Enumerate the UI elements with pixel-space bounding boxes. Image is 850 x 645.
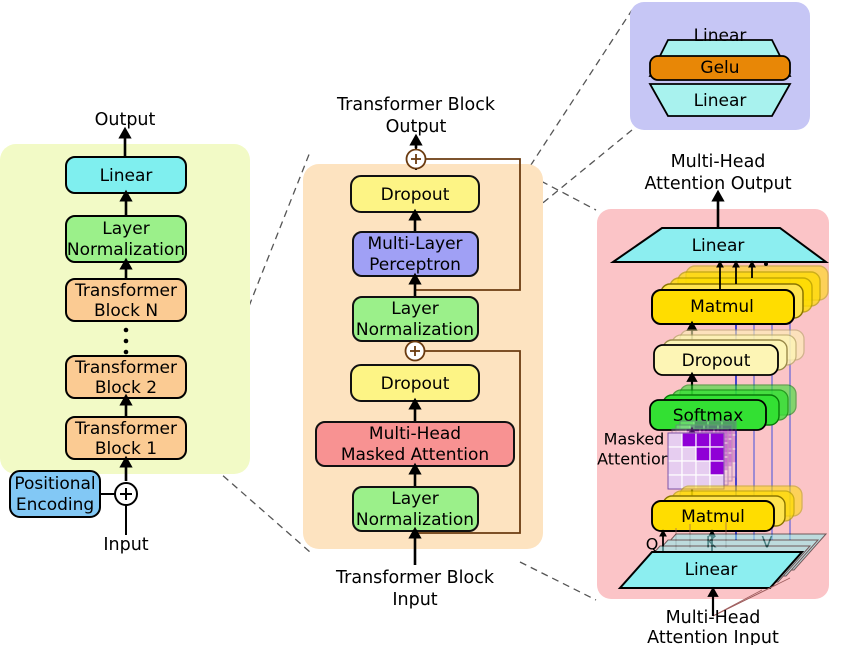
mlp-gelu[interactable]: Gelu (649, 55, 791, 81)
model-transformer-block-2[interactable]: Transformer Block 2 (65, 355, 187, 399)
mask-cell (667, 460, 683, 476)
mask-cell (681, 432, 697, 448)
block-add-node-mid (404, 340, 426, 362)
block-mlp-line1: Multi-Layer (367, 234, 462, 254)
mask-cell (709, 460, 725, 476)
attn-matmul-lower-label: Matmul (681, 507, 745, 527)
mlp-linear-bottom-label: Linear (694, 91, 747, 111)
attn-dropout-label: Dropout (682, 351, 751, 371)
model-add-node (114, 482, 138, 506)
mask-cell (667, 474, 683, 490)
mask-cell (709, 446, 725, 462)
model-block-2-line1: Transformer (74, 358, 177, 378)
model-block-2-line2: Block 2 (95, 378, 157, 398)
attn-input-linear-label: Linear (685, 560, 738, 580)
model-block-1-line1: Transformer (74, 419, 177, 439)
mask-cell (695, 432, 711, 448)
block-mlp[interactable]: Multi-Layer Perceptron (352, 231, 479, 277)
model-block-1-line2: Block 1 (95, 439, 157, 459)
mask-cell (709, 432, 725, 448)
heads-ellipsis-dot (764, 262, 768, 266)
attn-input-label-line2: Attention Input (647, 628, 779, 645)
mlp-linear-bottom[interactable]: Linear (648, 83, 792, 117)
positional-encoding-block[interactable]: Positional Encoding (9, 470, 101, 518)
mask-cell (695, 460, 711, 476)
attn-output-label-line2: Attention Output (644, 174, 791, 194)
model-layernorm-label-line1: Layer (102, 219, 149, 239)
attn-dropout-stack[interactable]: Dropout (653, 329, 805, 376)
attn-input-linear[interactable]: Linear (617, 551, 805, 589)
block-multihead-masked-attention[interactable]: Multi-Head Masked Attention (315, 421, 515, 467)
block-ln-upper-line1: Layer (391, 299, 438, 319)
model-block-n-line1: Transformer (74, 281, 177, 301)
model-output-label: Output (95, 110, 156, 130)
model-layernorm-label-line2: Normalization (67, 240, 185, 260)
model-transformer-block-n[interactable]: Transformer Block N (65, 278, 187, 322)
block-ln-lower-line1: Layer (391, 489, 438, 509)
block-mlp-line2: Perceptron (369, 255, 461, 275)
block-attn-line2: Masked Attention (341, 445, 489, 465)
mask-cell (667, 432, 683, 448)
mlp-gelu-label: Gelu (700, 58, 739, 78)
block-dropout-upper[interactable]: Dropout (350, 175, 480, 213)
masked-attention-label-line1: Masked (604, 430, 665, 449)
attn-output-label-line1: Multi-Head (671, 152, 766, 172)
attn-input-label-line1: Multi-Head (666, 608, 761, 628)
mask-attention-grid (667, 432, 725, 490)
mask-cell (667, 446, 683, 462)
positional-encoding-line2: Encoding (16, 495, 94, 515)
model-layernorm-block[interactable]: Layer Normalization (65, 215, 187, 263)
attn-output-linear-label: Linear (692, 236, 745, 256)
block-output-label-line1: Transformer Block (336, 95, 496, 115)
mask-cell (695, 446, 711, 462)
block-input-label-line1: Transformer Block (335, 568, 495, 588)
block-dropout-lower-label: Dropout (381, 374, 450, 394)
diagram-canvas: Output Linear Layer Normalization Transf… (0, 0, 850, 645)
block-layernorm-upper[interactable]: Layer Normalization (352, 296, 479, 342)
mask-cell (681, 446, 697, 462)
block-input-label-line2: Input (392, 590, 437, 610)
mask-cell (681, 460, 697, 476)
block-attn-line1: Multi-Head (369, 424, 461, 444)
block-ln-lower-line2: Normalization (356, 510, 474, 530)
block-dropout-upper-label: Dropout (381, 185, 450, 205)
positional-encoding-line1: Positional (14, 474, 95, 494)
attn-matmul-upper-label: Matmul (690, 297, 754, 317)
mlp-linear-top-label: Linear (694, 26, 747, 46)
model-input-label: Input (103, 535, 148, 555)
masked-attention-label-line2: Attention (597, 450, 671, 469)
model-block-n-line2: Block N (94, 301, 158, 321)
block-layernorm-lower[interactable]: Layer Normalization (352, 486, 479, 532)
block-add-node-top (405, 148, 427, 170)
block-dropout-lower[interactable]: Dropout (350, 364, 480, 402)
model-transformer-block-1[interactable]: Transformer Block 1 (65, 416, 187, 460)
block-output-label-line2: Output (386, 117, 447, 137)
model-linear-label: Linear (100, 166, 153, 186)
block-ln-upper-line2: Normalization (356, 320, 474, 340)
model-linear-block[interactable]: Linear (65, 156, 187, 194)
